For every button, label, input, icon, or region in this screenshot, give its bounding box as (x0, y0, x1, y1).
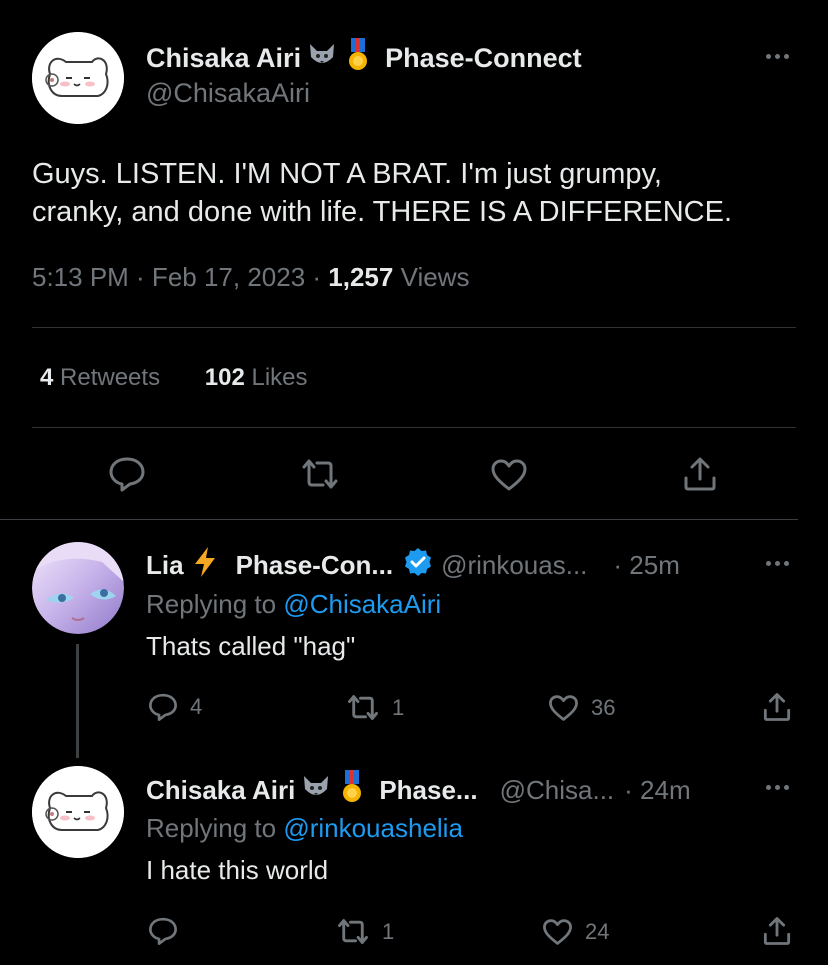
retweet-button[interactable] (300, 458, 340, 490)
more-icon[interactable] (766, 561, 789, 566)
retweets-label: Retweets (53, 364, 161, 391)
tweet-meta: 5:13 PM · Feb 17, 2023 · 1,257 Views (32, 262, 469, 293)
likes-count: 102 (204, 364, 245, 391)
author-display-name[interactable]: Chisaka Airi (146, 43, 301, 74)
divider (32, 327, 796, 328)
more-icon[interactable] (766, 54, 789, 59)
replying-to-link[interactable]: @ChisakaAiri (283, 589, 441, 619)
like-button[interactable] (490, 458, 528, 492)
thread-line (76, 644, 79, 758)
wolf-icon (307, 41, 337, 76)
like-icon (549, 695, 578, 721)
reply-name-row[interactable]: Chisaka Airi Phase... @Chisa... · 24m (146, 770, 691, 811)
like-icon (491, 459, 527, 491)
reply-avatar[interactable] (32, 542, 124, 634)
reply-icon (149, 917, 177, 945)
replying-to-prefix: Replying to (146, 813, 284, 843)
tweet-text-line: Guys. LISTEN. I'M NOT A BRAT. I'm just g… (32, 158, 662, 190)
like-button[interactable]: 24 (542, 918, 609, 946)
share-button[interactable] (682, 456, 718, 492)
tweet-text: Guys. LISTEN. I'M NOT A BRAT. I'm just g… (32, 155, 732, 231)
reply-text: I hate this world (146, 855, 329, 885)
reply-affiliation[interactable]: Phase... (379, 775, 477, 806)
retweet-count: 1 (382, 918, 395, 944)
reply-handle[interactable]: @rinkouas... (441, 550, 587, 581)
author-handle[interactable]: @ChisakaAiri (146, 78, 310, 109)
share-button[interactable] (762, 692, 792, 722)
author-affiliation[interactable]: Phase-Connect (385, 43, 582, 74)
medal-icon (339, 770, 365, 811)
likes-label: Likes (244, 364, 308, 391)
author-avatar[interactable] (32, 32, 124, 124)
divider (0, 519, 798, 520)
tweet-stats: 4 Retweets 102 Likes (40, 364, 308, 392)
replying-to: Replying to @rinkouashelia (146, 813, 463, 844)
replying-to: Replying to @ChisakaAiri (146, 589, 441, 620)
tweet-timestamp[interactable]: 5:13 PM · Feb 17, 2023 · (32, 262, 328, 292)
replying-to-link[interactable]: @rinkouashelia (283, 813, 463, 843)
retweet-icon (302, 459, 338, 489)
divider (32, 427, 796, 428)
author-name-row[interactable]: Chisaka Airi Phase-Connect (146, 38, 582, 79)
like-count: 36 (591, 695, 616, 720)
retweet-icon (338, 919, 368, 944)
likes-stat[interactable]: 102 Likes (205, 364, 308, 391)
retweet-icon (348, 695, 378, 720)
reply-name-row[interactable]: Lia Phase-Con... @rinkouas... · 25m (146, 546, 680, 585)
tweet-text-line: cranky, and done with life. THERE IS A D… (32, 196, 733, 228)
share-icon (763, 693, 791, 721)
retweet-button[interactable]: 1 (336, 918, 394, 945)
more-icon[interactable] (766, 785, 789, 790)
reply-button[interactable]: 4 (148, 692, 202, 722)
like-button[interactable]: 36 (548, 694, 615, 722)
share-icon (684, 457, 716, 491)
share-button[interactable] (762, 916, 792, 946)
medal-icon (345, 38, 371, 79)
reply-display-name[interactable]: Chisaka Airi (146, 775, 295, 806)
reply-affiliation[interactable]: Phase-Con... (236, 550, 393, 581)
share-icon (763, 917, 791, 945)
reply-text: Thats called "hag" (146, 631, 356, 661)
reply-handle[interactable]: @Chisa... (500, 775, 615, 806)
reply-count: 4 (190, 694, 203, 719)
verified-icon (403, 547, 433, 584)
views-label: Views (393, 262, 470, 292)
retweets-stat[interactable]: 4 Retweets (40, 364, 160, 391)
retweet-button[interactable]: 1 (346, 694, 404, 721)
like-icon (543, 919, 572, 945)
reply-icon (109, 457, 145, 492)
wolf-icon (301, 773, 331, 808)
replying-to-prefix: Replying to (146, 589, 284, 619)
reply-time[interactable]: · 25m (613, 550, 679, 581)
views-count: 1,257 (328, 262, 394, 292)
lightning-icon (192, 546, 218, 585)
reply-avatar[interactable] (32, 766, 124, 858)
reply-icon (149, 693, 177, 721)
retweets-count: 4 (40, 364, 54, 391)
retweet-count: 1 (392, 694, 405, 720)
like-count: 24 (585, 919, 610, 944)
reply-button[interactable] (148, 916, 178, 946)
reply-time[interactable]: · 24m (624, 775, 690, 806)
reply-display-name[interactable]: Lia (146, 550, 184, 581)
reply-button[interactable] (108, 456, 146, 492)
